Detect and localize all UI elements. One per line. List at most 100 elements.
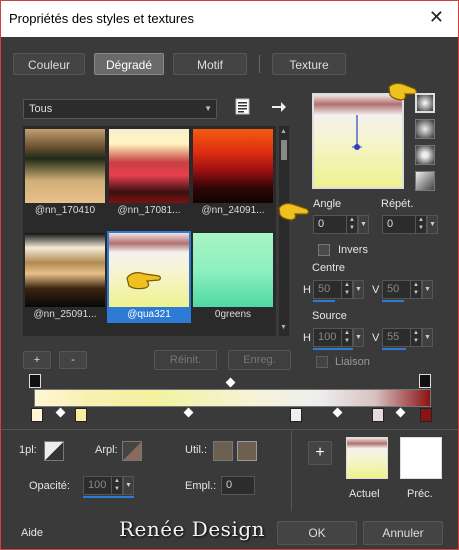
add-swatch-button[interactable]: + — [308, 441, 332, 465]
opacity-stepper[interactable]: ▲ ▼ — [111, 477, 122, 494]
scroll-down-icon[interactable]: ▼ — [280, 324, 287, 331]
gradient-swatch — [193, 233, 273, 307]
color-stop[interactable] — [420, 408, 432, 422]
tab-degrade[interactable]: Dégradé — [94, 53, 164, 75]
opacity-slider-fill — [83, 496, 134, 498]
source-h-dropdown[interactable]: ▼ — [353, 328, 364, 347]
repeat-stepper[interactable]: ▲ ▼ — [415, 216, 426, 233]
pointing-hand-icon — [278, 202, 310, 221]
gradient-label: @qua321 — [127, 309, 171, 320]
gradient-list: @nn_170410 @nn_17081... @nn_24091... @nn… — [23, 126, 276, 336]
source-v-dropdown[interactable]: ▼ — [422, 328, 433, 347]
color-midpoint[interactable] — [55, 407, 66, 418]
color-midpoint[interactable] — [332, 407, 343, 418]
transparency-stop-end[interactable] — [419, 374, 431, 388]
opacity-dropdown[interactable]: ▼ — [123, 476, 134, 495]
help-link[interactable]: Aide — [21, 527, 43, 539]
user-label: Util.: — [185, 444, 207, 456]
chevron-down-icon: ▼ — [204, 104, 212, 113]
gradient-item[interactable]: @nn_17081... — [109, 129, 189, 217]
current-swatch[interactable] — [346, 437, 388, 479]
previous-swatch[interactable] — [400, 437, 442, 479]
rectangular-style-icon[interactable] — [415, 119, 435, 139]
transparency-stop-start[interactable] — [29, 374, 41, 388]
source-v-input[interactable]: 55 ▲ ▼ ▼ — [382, 328, 433, 347]
center-label: Centre — [312, 262, 346, 274]
close-icon[interactable]: ✕ — [429, 7, 444, 28]
angle-dropdown[interactable]: ▼ — [358, 215, 369, 234]
background-swatch[interactable] — [122, 441, 142, 461]
color-stop[interactable] — [31, 408, 43, 422]
opacity-input[interactable]: 100 ▲ ▼ ▼ — [83, 476, 134, 495]
repeat-dropdown[interactable]: ▼ — [427, 215, 438, 234]
location-value: 0 — [226, 479, 233, 491]
repeat-input[interactable]: 0 ▲ ▼ ▼ — [382, 215, 438, 234]
source-h-input[interactable]: 100 ▲ ▼ ▼ — [313, 328, 364, 347]
invert-checkbox[interactable] — [318, 244, 330, 256]
link-checkbox[interactable] — [316, 356, 328, 368]
gradient-item[interactable]: @nn_25091... — [25, 233, 105, 321]
tab-motif[interactable]: Motif — [173, 53, 247, 75]
center-h-label: H — [303, 284, 311, 296]
tab-couleur[interactable]: Couleur — [13, 53, 85, 75]
remove-gradient-button[interactable]: - — [59, 351, 87, 369]
gradient-item[interactable]: 0greens — [193, 233, 273, 321]
center-point-icon[interactable] — [350, 115, 364, 155]
reset-button[interactable]: Réinit. — [154, 350, 217, 370]
gradient-list-scrollbar[interactable]: ▲ ▼ — [279, 126, 289, 336]
linear-style-icon[interactable] — [415, 93, 435, 113]
color-stop[interactable] — [75, 408, 87, 422]
center-v-dropdown[interactable]: ▼ — [422, 280, 433, 299]
source-v-value: 55 — [387, 331, 400, 343]
current-label: Actuel — [349, 488, 380, 500]
gradient-swatch — [193, 129, 273, 203]
color-stop[interactable] — [290, 408, 302, 422]
divider — [1, 429, 458, 430]
location-input[interactable]: 0 — [221, 476, 255, 495]
scrollbar-thumb[interactable] — [281, 140, 287, 160]
angle-input[interactable]: 0 ▲ ▼ ▼ — [313, 215, 369, 234]
gradient-label: @nn_25091... — [33, 309, 97, 320]
color-midpoint[interactable] — [183, 407, 194, 418]
scroll-up-icon[interactable]: ▲ — [280, 128, 287, 135]
gradient-swatch — [25, 233, 105, 307]
gradient-preview[interactable] — [312, 93, 404, 189]
sunburst-style-icon[interactable] — [415, 171, 435, 191]
center-v-input[interactable]: 50 ▲ ▼ ▼ — [382, 280, 433, 299]
user-color-swatch[interactable] — [213, 441, 233, 461]
category-select[interactable]: Tous ▼ — [23, 99, 217, 119]
angle-value: 0 — [318, 218, 325, 230]
source-h-stepper[interactable]: ▲ ▼ — [341, 329, 352, 346]
transparency-midpoint[interactable] — [225, 377, 236, 388]
center-h-dropdown[interactable]: ▼ — [353, 280, 364, 299]
gradient-item[interactable]: @nn_170410 — [25, 129, 105, 217]
cancel-button[interactable]: Annuler — [363, 521, 443, 545]
styles-textures-dialog: Propriétés des styles et textures ✕ Coul… — [0, 0, 459, 550]
center-h-slider-fill — [313, 300, 335, 302]
arrow-right-icon[interactable] — [271, 100, 287, 114]
list-view-icon[interactable] — [235, 98, 251, 116]
color-midpoint[interactable] — [395, 407, 406, 418]
save-gradient-button[interactable]: Enreg. — [228, 350, 291, 370]
radial-style-icon[interactable] — [415, 145, 435, 165]
user-color-swatch-2[interactable] — [237, 441, 257, 461]
angle-stepper[interactable]: ▲ ▼ — [346, 216, 357, 233]
color-stop[interactable] — [372, 408, 384, 422]
previous-label: Préc. — [407, 488, 433, 500]
dialog-title: Propriétés des styles et textures — [9, 11, 194, 26]
opacity-value: 100 — [88, 479, 107, 491]
gradient-item[interactable]: @nn_24091... — [193, 129, 273, 217]
footer: Aide Renée Design OK Annuler — [1, 511, 458, 549]
gradient-editor-bar[interactable] — [34, 389, 431, 407]
gradient-label: @nn_17081... — [117, 205, 181, 216]
tab-texture[interactable]: Texture — [272, 53, 346, 75]
center-h-input[interactable]: 50 ▲ ▼ ▼ — [313, 280, 364, 299]
source-v-stepper[interactable]: ▲ ▼ — [410, 329, 421, 346]
center-v-stepper[interactable]: ▲ ▼ — [410, 281, 421, 298]
foreground-swatch[interactable] — [44, 441, 64, 461]
tab-divider — [259, 55, 260, 73]
ok-button[interactable]: OK — [277, 521, 357, 545]
center-h-stepper[interactable]: ▲ ▼ — [341, 281, 352, 298]
add-gradient-button[interactable]: + — [23, 351, 51, 369]
link-label: Liaison — [335, 356, 370, 368]
